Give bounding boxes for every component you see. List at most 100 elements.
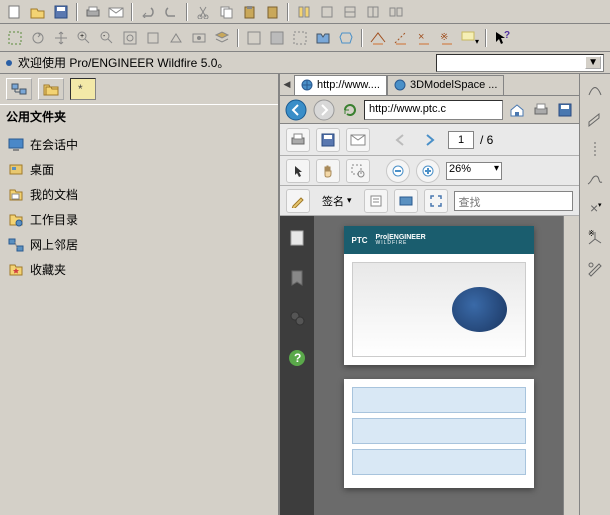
zoom-out-icon[interactable]: -	[96, 28, 118, 48]
pdf-page-input[interactable]	[448, 131, 474, 149]
datum-plane-icon[interactable]	[367, 28, 389, 48]
paste-icon[interactable]	[238, 2, 260, 22]
desktop-icon	[8, 162, 24, 178]
pdf-multimedia-icon[interactable]	[394, 189, 418, 213]
pdf-scrollbar[interactable]	[563, 216, 579, 515]
orient-icon[interactable]	[165, 28, 187, 48]
tool-a-icon[interactable]	[316, 2, 338, 22]
spin-icon[interactable]	[27, 28, 49, 48]
zoom-fit-icon[interactable]	[119, 28, 141, 48]
browser-tab-1[interactable]: http://www....	[294, 75, 387, 95]
svg-text:-: -	[103, 33, 106, 40]
sketch-curve-icon[interactable]	[584, 168, 606, 190]
datum-csys-icon[interactable]: ※	[436, 28, 458, 48]
select-icon[interactable]	[4, 28, 26, 48]
pdf-select-tool-icon[interactable]	[286, 159, 310, 183]
pdf-find-input[interactable]: 查找	[454, 191, 573, 211]
svg-text:?: ?	[294, 351, 301, 365]
regen-icon[interactable]	[293, 2, 315, 22]
tool-b-icon[interactable]	[339, 2, 361, 22]
pdf-next-page-icon[interactable]	[418, 128, 442, 152]
pdf-hand-tool-icon[interactable]	[316, 159, 340, 183]
tab-favorites[interactable]: *	[70, 78, 96, 100]
pdf-sidebar: ?	[280, 216, 314, 515]
pdf-sign-dropdown[interactable]: 签名▾	[316, 191, 358, 211]
tree-item-desktop[interactable]: 桌面	[6, 157, 272, 182]
tree-item-favorites[interactable]: 收藏夹	[6, 257, 272, 282]
save-icon[interactable]	[50, 2, 72, 22]
tab-scroll-left-icon[interactable]: ◀	[280, 79, 294, 90]
pdf-save-icon[interactable]	[316, 128, 340, 152]
address-input[interactable]: http://www.ptc.c	[364, 100, 503, 120]
copy-icon[interactable]	[215, 2, 237, 22]
annotation-icon[interactable]: ▾	[459, 28, 481, 48]
tab-folder-browser[interactable]	[38, 78, 64, 100]
pdf-viewer: ? PTC Pro|ENGINEER WILDFIRE	[280, 216, 579, 515]
address-bar: http://www.ptc.c	[280, 96, 579, 124]
browser-tab-2[interactable]: 3DModelSpace ...	[387, 75, 504, 95]
saved-views-icon[interactable]	[188, 28, 210, 48]
sketch-line-icon[interactable]	[584, 78, 606, 100]
pdf-bookmarks-icon[interactable]	[285, 266, 309, 290]
tree-item-session[interactable]: 在会话中	[6, 132, 272, 157]
pdf-page-area[interactable]: PTC Pro|ENGINEER WILDFIRE	[314, 216, 563, 515]
display-e-icon[interactable]	[335, 28, 357, 48]
sketch-point-icon[interactable]: ×▾	[584, 198, 606, 220]
pdf-zoom-in-icon[interactable]	[416, 159, 440, 183]
print-icon[interactable]	[82, 2, 104, 22]
tool-c-icon[interactable]	[362, 2, 384, 22]
pdf-marquee-zoom-icon[interactable]	[346, 159, 370, 183]
pdf-pencil-icon[interactable]	[286, 189, 310, 213]
pdf-email-icon[interactable]	[346, 128, 370, 152]
tree-item-workdir[interactable]: 工作目录	[6, 207, 272, 232]
refresh-icon[interactable]	[340, 100, 360, 120]
sketch-sketch-icon[interactable]	[584, 258, 606, 280]
pdf-form-icon[interactable]	[364, 189, 388, 213]
display-d-icon[interactable]	[312, 28, 334, 48]
ptc-header: PTC Pro|ENGINEER WILDFIRE	[344, 226, 534, 254]
pdf-prev-page-icon[interactable]	[388, 128, 412, 152]
separator	[131, 3, 133, 21]
pdf-toolbar-3: 签名▾ 查找	[280, 186, 579, 216]
sketch-plane-icon[interactable]	[584, 108, 606, 130]
nav-forward-button[interactable]	[312, 98, 336, 122]
save-page-icon[interactable]	[555, 100, 575, 120]
mail-icon[interactable]	[105, 2, 127, 22]
cut-icon[interactable]	[192, 2, 214, 22]
pdf-search-panel-icon[interactable]	[285, 306, 309, 330]
paste-special-icon[interactable]	[261, 2, 283, 22]
home-icon[interactable]	[507, 100, 527, 120]
tree-item-mydocs[interactable]: 我的文档	[6, 182, 272, 207]
refit-icon[interactable]	[142, 28, 164, 48]
sketch-csys-icon[interactable]: ※	[584, 228, 606, 250]
display-a-icon[interactable]	[243, 28, 265, 48]
undo-icon[interactable]	[137, 2, 159, 22]
pdf-help-icon[interactable]: ?	[285, 346, 309, 370]
nav-back-button[interactable]	[284, 98, 308, 122]
open-icon[interactable]	[27, 2, 49, 22]
tab-model-tree[interactable]	[6, 78, 32, 100]
datum-axis-icon[interactable]	[390, 28, 412, 48]
pdf-zoom-dropdown[interactable]: 26%	[446, 162, 502, 180]
tool-d-icon[interactable]	[385, 2, 407, 22]
new-icon[interactable]	[4, 2, 26, 22]
display-c-icon[interactable]	[289, 28, 311, 48]
tree-item-network[interactable]: 网上邻居	[6, 232, 272, 257]
layers-icon[interactable]	[211, 28, 233, 48]
svg-text:▾: ▾	[475, 37, 479, 46]
datum-point-icon[interactable]: ×	[413, 28, 435, 48]
redo-icon[interactable]	[160, 2, 182, 22]
pan-icon[interactable]	[50, 28, 72, 48]
separator	[186, 3, 188, 21]
print-icon[interactable]	[531, 100, 551, 120]
filter-dropdown[interactable]	[436, 54, 604, 72]
pdf-fullscreen-icon[interactable]	[424, 189, 448, 213]
display-b-icon[interactable]	[266, 28, 288, 48]
pdf-thumbnails-icon[interactable]	[285, 226, 309, 250]
sketch-axis-icon[interactable]	[584, 138, 606, 160]
separator	[76, 3, 78, 21]
zoom-in-icon[interactable]: +	[73, 28, 95, 48]
pdf-print-icon[interactable]	[286, 128, 310, 152]
pdf-zoom-out-icon[interactable]	[386, 159, 410, 183]
help-pointer-icon[interactable]: ?	[491, 28, 513, 48]
